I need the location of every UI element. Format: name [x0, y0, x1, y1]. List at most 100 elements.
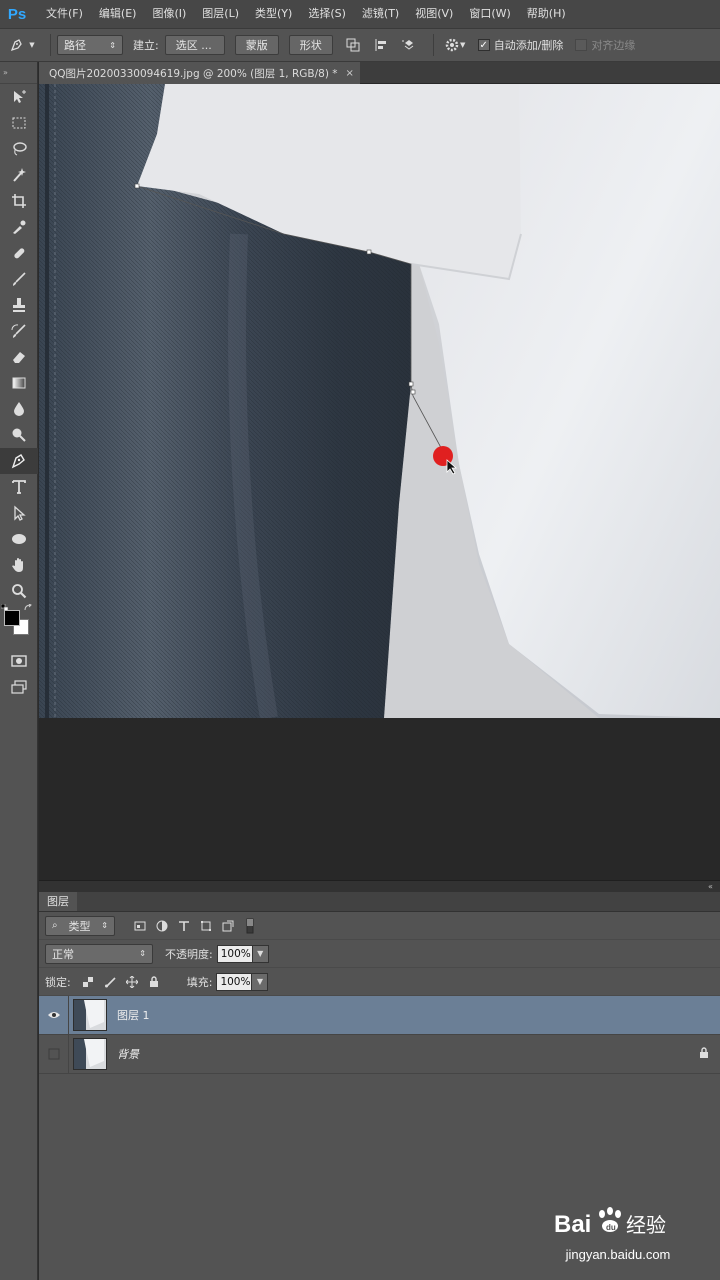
auto-add-delete-label: 自动添加/删除 — [493, 39, 564, 52]
eyedropper-icon — [13, 220, 26, 234]
menu-edit[interactable]: 编辑(E) — [91, 0, 145, 28]
align-edges-checkbox[interactable] — [575, 39, 588, 51]
marquee-icon — [12, 117, 26, 129]
history-brush-icon — [11, 324, 26, 338]
filter-smart-object-icon[interactable] — [217, 916, 239, 936]
magic-wand-tool[interactable] — [0, 162, 38, 188]
layer-filter-select[interactable]: ⌕ 类型 ⇕ — [45, 915, 115, 936]
crop-tool[interactable] — [0, 188, 38, 214]
layer-row-layer1[interactable]: 图层 1 — [39, 995, 720, 1035]
tab-layers[interactable]: 图层 — [39, 892, 77, 911]
menu-filter[interactable]: 滤镜(T) — [354, 0, 407, 28]
ellipse-tool[interactable] — [0, 526, 38, 552]
filter-toggle-switch[interactable] — [239, 916, 261, 936]
panel-collapse-strip[interactable]: « — [39, 880, 720, 892]
fill-slider-toggle[interactable]: ▼ — [252, 972, 269, 991]
tool-preset-picker[interactable]: ▼ — [0, 28, 44, 62]
make-selection-button[interactable]: 选区 ... — [164, 35, 225, 55]
make-label: 建立: — [133, 39, 159, 52]
lock-fill-row: 锁定: 填充: 100% ▼ — [39, 968, 720, 996]
hand-tool[interactable] — [0, 552, 38, 578]
healing-brush-tool[interactable] — [0, 240, 38, 266]
photoshop-logo: Ps — [7, 5, 27, 23]
marquee-tool[interactable] — [0, 110, 38, 136]
document-tab[interactable]: QQ图片20200330094619.jpg @ 200% (图层 1, RGB… — [39, 62, 360, 84]
brush-tool[interactable] — [0, 266, 38, 292]
fill-input[interactable]: 100% — [216, 972, 253, 991]
lock-position-icon[interactable] — [121, 972, 143, 992]
clone-stamp-icon — [13, 298, 25, 312]
path-arrangement-icon[interactable] — [399, 35, 419, 55]
eyedropper-tool[interactable] — [0, 214, 38, 240]
auto-add-delete-checkbox[interactable]: ✓ — [477, 39, 490, 51]
zoom-tool[interactable] — [0, 578, 38, 604]
clone-stamp-tool[interactable] — [0, 292, 38, 318]
menu-help[interactable]: 帮助(H) — [519, 0, 574, 28]
eye-icon — [47, 1012, 60, 1018]
layer-thumbnail — [73, 1038, 107, 1070]
search-icon: ⌕ — [52, 920, 58, 931]
menu-view[interactable]: 视图(V) — [407, 0, 461, 28]
blend-mode-select[interactable]: 正常 ⇕ — [45, 943, 153, 964]
canvas-area[interactable] — [39, 84, 720, 880]
pen-mode-select[interactable]: 路径 ⇕ — [57, 35, 123, 55]
pen-tool[interactable] — [0, 448, 38, 474]
menu-window[interactable]: 窗口(W) — [461, 0, 518, 28]
eraser-tool[interactable] — [0, 344, 38, 370]
foreground-color[interactable] — [4, 610, 20, 626]
pen-mode-value: 路径 — [64, 39, 86, 52]
layers-panel: 图层 ⌕ 类型 ⇕ 正常 ⇕ 不透明度: 100% ▼ 锁定: 填充: 100%… — [39, 892, 720, 1280]
menu-select[interactable]: 选择(S) — [300, 0, 354, 28]
lasso-tool[interactable] — [0, 136, 38, 162]
filter-adjustment-icon[interactable] — [151, 916, 173, 936]
move-tool[interactable] — [0, 84, 38, 110]
opacity-input[interactable]: 100% — [216, 944, 253, 963]
lock-pixels-icon[interactable] — [99, 972, 121, 992]
menu-layer[interactable]: 图层(L) — [194, 0, 247, 28]
filter-type-icon[interactable] — [173, 916, 195, 936]
path-alignment-icon[interactable] — [371, 35, 391, 55]
filter-shape-icon[interactable] — [195, 916, 217, 936]
lock-transparent-icon[interactable] — [77, 972, 99, 992]
path-selection-tool[interactable] — [0, 500, 38, 526]
quick-mask-button[interactable] — [0, 648, 38, 674]
filter-pixel-icon[interactable] — [129, 916, 151, 936]
ellipse-icon — [12, 534, 26, 544]
path-operations-icon[interactable] — [343, 35, 363, 55]
hand-icon — [12, 558, 23, 572]
gradient-tool[interactable] — [0, 370, 38, 396]
menu-type[interactable]: 类型(Y) — [247, 0, 300, 28]
make-shape-button[interactable]: 形状 — [288, 35, 333, 55]
updown-arrow-icon: ⇕ — [101, 921, 108, 930]
layer-name: 图层 1 — [117, 1009, 150, 1022]
color-swatches[interactable] — [0, 604, 38, 648]
baidu-jingyan-watermark: Bai du 经验 jingyan.baidu.com — [554, 1202, 682, 1262]
watermark-url: jingyan.baidu.com — [565, 1247, 671, 1262]
dodge-tool[interactable] — [0, 422, 38, 448]
layers-panel-tabs: 图层 — [39, 892, 720, 912]
swap-colors-icon[interactable] — [24, 604, 34, 612]
menu-image[interactable]: 图像(I) — [144, 0, 194, 28]
history-brush-tool[interactable] — [0, 318, 38, 344]
lock-all-icon[interactable] — [143, 972, 165, 992]
svg-text:du: du — [606, 1223, 616, 1232]
menu-file[interactable]: 文件(F) — [30, 0, 91, 28]
type-tool[interactable] — [0, 474, 38, 500]
layer-row-background[interactable]: 背景 — [39, 1034, 720, 1074]
lock-label: 锁定: — [45, 975, 71, 989]
gear-icon[interactable]: ▼ — [440, 35, 470, 55]
blur-tool[interactable] — [0, 396, 38, 422]
screen-mode-button[interactable] — [0, 674, 38, 700]
close-icon[interactable]: × — [346, 68, 354, 79]
make-mask-button[interactable]: 蒙版 — [234, 35, 279, 55]
layer-thumbnail — [73, 999, 107, 1031]
layer-visibility-toggle[interactable] — [39, 1034, 69, 1074]
layer-name: 背景 — [117, 1048, 139, 1061]
photoshop-window: Ps 文件(F) 编辑(E) 图像(I) 图层(L) 类型(Y) 选择(S) 滤… — [0, 0, 720, 1280]
menu-bar: Ps 文件(F) 编辑(E) 图像(I) 图层(L) 类型(Y) 选择(S) 滤… — [0, 0, 720, 28]
document-image[interactable] — [39, 84, 720, 718]
opacity-slider-toggle[interactable]: ▼ — [252, 944, 269, 963]
layer-visibility-toggle[interactable] — [39, 995, 69, 1035]
tools-panel-header[interactable]: » — [0, 62, 37, 84]
crop-icon — [12, 194, 26, 208]
